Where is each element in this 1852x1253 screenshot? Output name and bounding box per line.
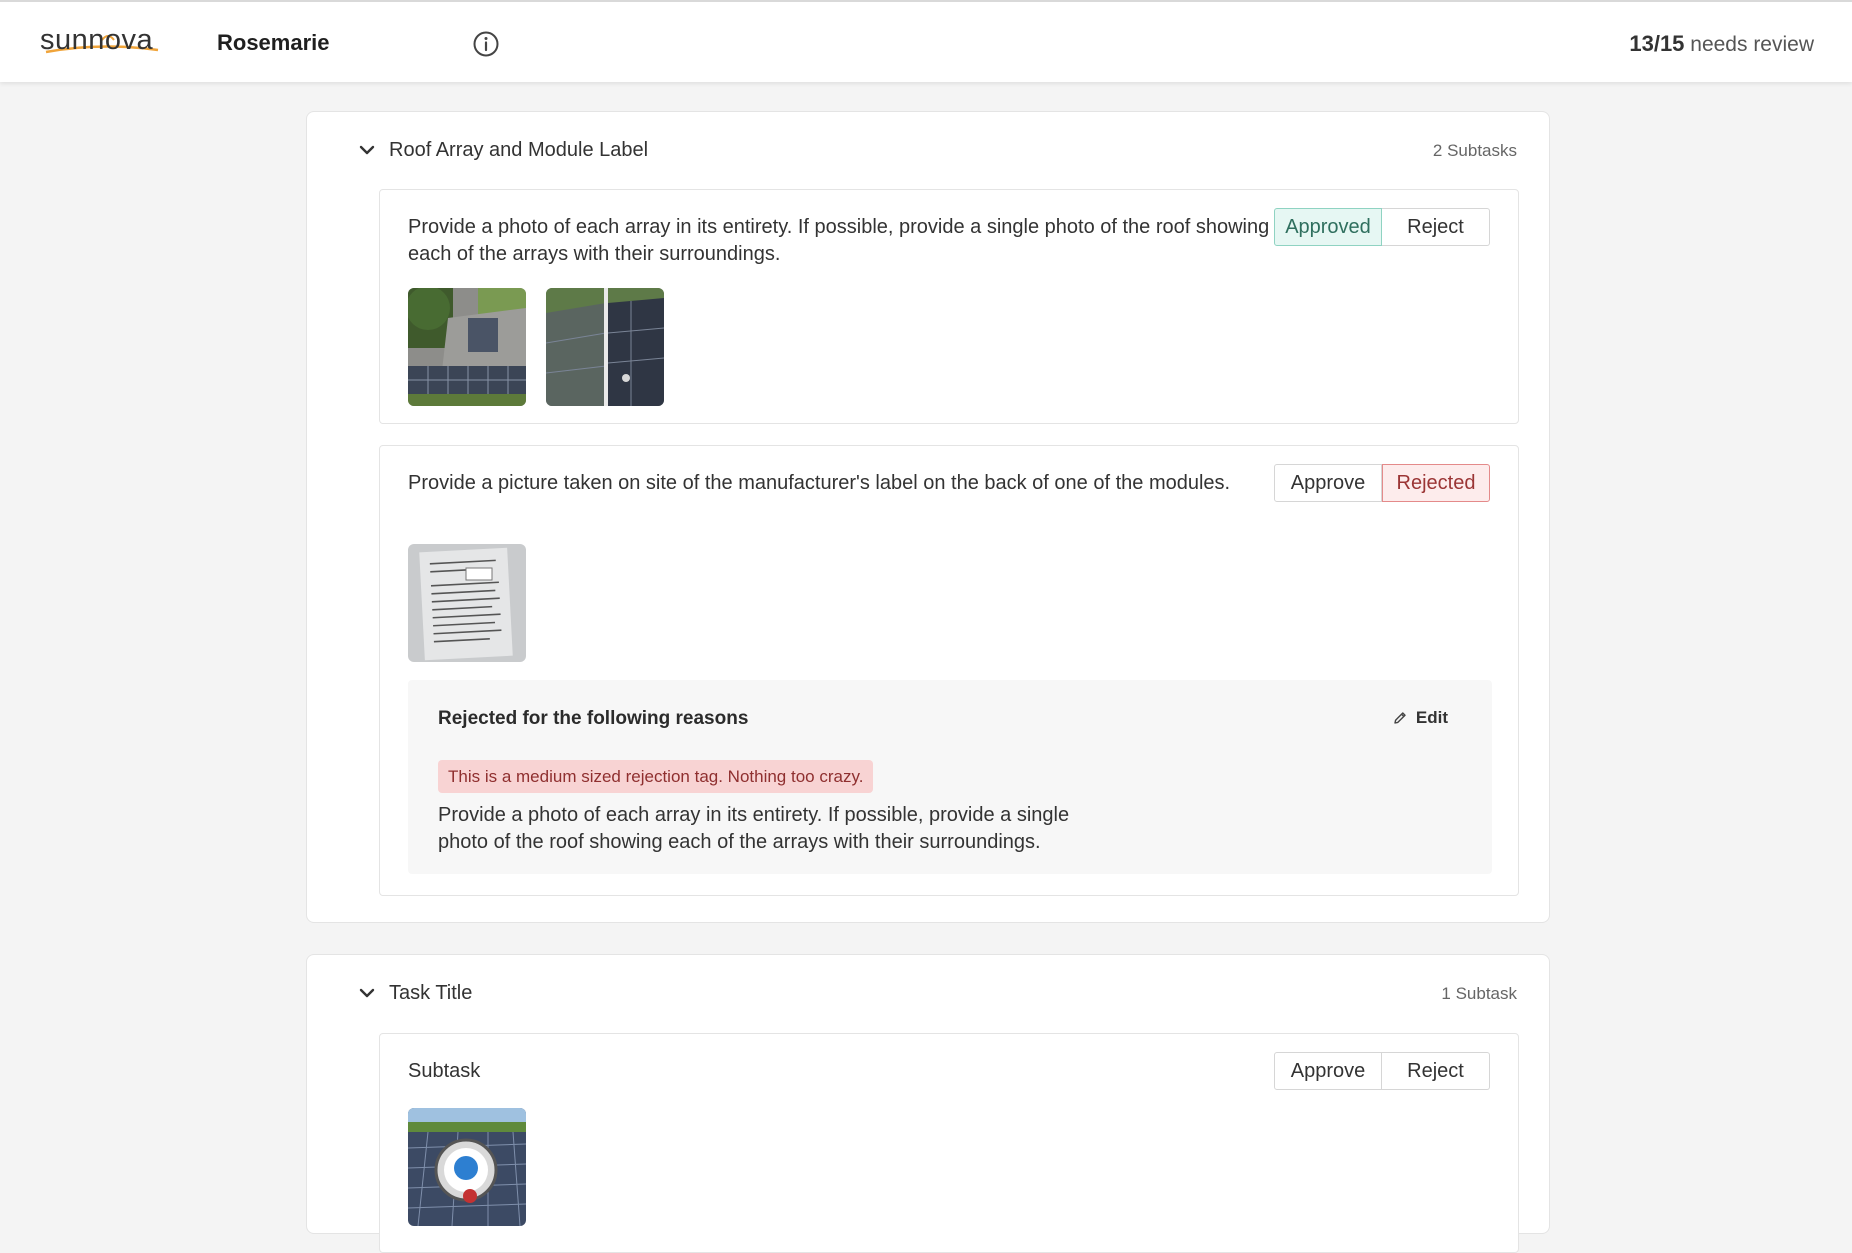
approve-button[interactable]: Approve — [1274, 1052, 1382, 1090]
subtask-count: 2 Subtasks — [1432, 141, 1517, 160]
module-label-photo-thumbnail[interactable] — [408, 544, 526, 662]
rejection-tag: This is a medium sized rejection tag. No… — [438, 760, 874, 793]
review-button-group: Approve Rejected — [1274, 464, 1490, 502]
subtask-count: 1 Subtask — [1441, 984, 1517, 1003]
info-circle-icon[interactable] — [472, 30, 500, 58]
review-counter: 13/15 needs review — [1629, 31, 1814, 57]
subtask-description: Provide a picture taken on site of the m… — [408, 472, 1231, 494]
chevron-down-icon[interactable] — [357, 983, 377, 1003]
brand-name: sunnova — [40, 24, 154, 56]
subtask-card: Provide a picture taken on site of the m… — [379, 445, 1519, 896]
sunnova-logo[interactable]: sunnova — [40, 20, 162, 60]
task-card: Task Title 1 Subtask Subtask Approve Rej… — [306, 954, 1550, 1253]
pencil-icon — [1394, 712, 1406, 724]
edit-label: Edit — [1415, 708, 1448, 727]
reject-button[interactable]: Reject — [1382, 1052, 1490, 1090]
task-card: Roof Array and Module Label 2 Subtasks P… — [306, 111, 1550, 923]
review-button-group: Approve Reject — [1274, 1052, 1490, 1090]
user-name: Rosemarie — [217, 30, 330, 55]
approve-button[interactable]: Approved — [1274, 208, 1382, 246]
reject-button[interactable]: Rejected — [1382, 464, 1490, 502]
review-count-label: needs review — [1690, 33, 1814, 56]
review-count-value: 13/15 — [1629, 31, 1685, 56]
chevron-down-icon[interactable] — [357, 140, 377, 160]
subtask-description: Subtask — [408, 1060, 481, 1082]
task-title: Task Title — [389, 982, 473, 1004]
rejection-note: Provide a photo of each array in its ent… — [438, 804, 1070, 853]
reject-button[interactable]: Reject — [1382, 208, 1490, 246]
subtask-card: Provide a photo of each array in its ent… — [379, 189, 1519, 424]
review-button-group: Approved Reject — [1274, 208, 1490, 246]
rejection-reasons-panel: Rejected for the following reasons Edit … — [408, 680, 1492, 874]
roof-array-photo-thumbnail[interactable] — [408, 288, 526, 406]
task-title: Roof Array and Module Label — [389, 139, 649, 161]
subtask-description: Provide a photo of each array in its ent… — [408, 216, 1270, 265]
edit-rejection-button[interactable]: Edit — [1392, 708, 1448, 728]
task-header[interactable]: Roof Array and Module Label 2 Subtasks — [307, 112, 1549, 188]
subtask-photo-thumbnail[interactable] — [408, 1108, 526, 1226]
task-header[interactable]: Task Title 1 Subtask — [307, 955, 1549, 1031]
top-bar: sunnova Rosemarie 13/15 needs review — [0, 0, 1852, 82]
roof-array-photo-thumbnail[interactable] — [546, 288, 664, 406]
approve-button[interactable]: Approve — [1274, 464, 1382, 502]
subtask-card: Subtask Approve Reject — [379, 1033, 1519, 1253]
rejection-title: Rejected for the following reasons — [438, 708, 749, 729]
